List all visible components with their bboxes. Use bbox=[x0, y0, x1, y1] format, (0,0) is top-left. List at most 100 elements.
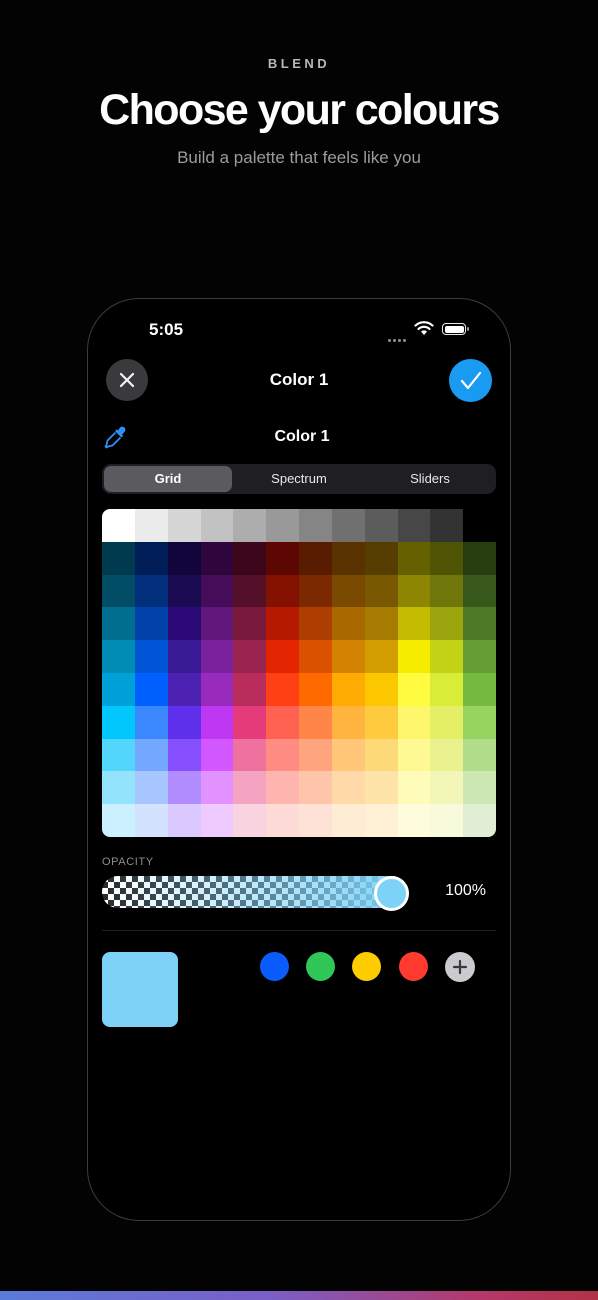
eyedropper-button[interactable] bbox=[103, 424, 129, 450]
grid-color-cell[interactable] bbox=[233, 705, 267, 740]
opacity-slider[interactable] bbox=[102, 876, 408, 908]
grid-color-cell[interactable] bbox=[200, 541, 234, 576]
grid-color-cell[interactable] bbox=[233, 640, 267, 674]
grid-color-cell[interactable] bbox=[134, 574, 169, 608]
grid-color-cell[interactable] bbox=[167, 574, 201, 608]
grid-color-cell[interactable] bbox=[266, 509, 300, 543]
grid-color-cell[interactable] bbox=[430, 673, 464, 707]
grid-color-cell[interactable] bbox=[200, 574, 234, 608]
done-button[interactable] bbox=[449, 359, 492, 402]
grid-color-cell[interactable] bbox=[397, 541, 431, 576]
grid-color-cell[interactable] bbox=[102, 771, 136, 805]
grid-color-cell[interactable] bbox=[463, 738, 496, 772]
grid-color-cell[interactable] bbox=[134, 673, 169, 707]
grid-color-cell[interactable] bbox=[364, 804, 398, 837]
tab-grid[interactable]: Grid bbox=[104, 466, 232, 492]
grid-color-cell[interactable] bbox=[266, 640, 300, 674]
grid-color-cell[interactable] bbox=[397, 738, 431, 772]
grid-color-cell[interactable] bbox=[266, 574, 300, 608]
grid-color-cell[interactable] bbox=[331, 509, 366, 543]
grid-color-cell[interactable] bbox=[266, 705, 300, 740]
grid-color-cell[interactable] bbox=[200, 673, 234, 707]
grid-color-cell[interactable] bbox=[102, 673, 136, 707]
grid-color-cell[interactable] bbox=[299, 640, 333, 674]
grid-color-cell[interactable] bbox=[331, 541, 366, 576]
grid-color-cell[interactable] bbox=[331, 673, 366, 707]
grid-color-cell[interactable] bbox=[463, 771, 496, 805]
grid-color-cell[interactable] bbox=[397, 574, 431, 608]
grid-color-cell[interactable] bbox=[200, 804, 234, 837]
grid-color-cell[interactable] bbox=[134, 705, 169, 740]
grid-color-cell[interactable] bbox=[430, 509, 464, 543]
grid-color-cell[interactable] bbox=[134, 804, 169, 837]
grid-color-cell[interactable] bbox=[331, 705, 366, 740]
grid-color-cell[interactable] bbox=[364, 771, 398, 805]
grid-color-cell[interactable] bbox=[299, 607, 333, 641]
grid-color-cell[interactable] bbox=[299, 509, 333, 543]
grid-color-cell[interactable] bbox=[397, 640, 431, 674]
grid-color-cell[interactable] bbox=[200, 738, 234, 772]
grid-color-cell[interactable] bbox=[299, 673, 333, 707]
grid-color-cell[interactable] bbox=[364, 541, 398, 576]
grid-color-cell[interactable] bbox=[299, 705, 333, 740]
grid-color-cell[interactable] bbox=[463, 804, 496, 837]
grid-color-cell[interactable] bbox=[233, 574, 267, 608]
saved-swatch-blue[interactable] bbox=[260, 952, 289, 981]
grid-color-cell[interactable] bbox=[299, 738, 333, 772]
grid-color-cell[interactable] bbox=[430, 607, 464, 641]
grid-color-cell[interactable] bbox=[299, 541, 333, 576]
grid-color-cell[interactable] bbox=[331, 771, 366, 805]
grid-color-cell[interactable] bbox=[331, 804, 366, 837]
grid-color-cell[interactable] bbox=[364, 738, 398, 772]
grid-color-cell[interactable] bbox=[134, 640, 169, 674]
grid-color-cell[interactable] bbox=[102, 738, 136, 772]
grid-color-cell[interactable] bbox=[397, 804, 431, 837]
grid-color-cell[interactable] bbox=[331, 640, 366, 674]
grid-color-cell[interactable] bbox=[167, 509, 201, 543]
grid-color-cell[interactable] bbox=[167, 640, 201, 674]
grid-color-cell[interactable] bbox=[233, 804, 267, 837]
grid-color-cell[interactable] bbox=[299, 804, 333, 837]
grid-color-cell[interactable] bbox=[102, 640, 136, 674]
grid-color-cell[interactable] bbox=[463, 541, 496, 576]
grid-color-cell[interactable] bbox=[167, 771, 201, 805]
saved-swatch-yellow[interactable] bbox=[352, 952, 381, 981]
grid-color-cell[interactable] bbox=[463, 607, 496, 641]
grid-color-cell[interactable] bbox=[233, 673, 267, 707]
grid-color-cell[interactable] bbox=[266, 771, 300, 805]
grid-color-cell[interactable] bbox=[200, 607, 234, 641]
grid-color-cell[interactable] bbox=[397, 509, 431, 543]
grid-color-cell[interactable] bbox=[266, 541, 300, 576]
grid-color-cell[interactable] bbox=[134, 607, 169, 641]
add-swatch-button[interactable] bbox=[445, 952, 475, 982]
grid-color-cell[interactable] bbox=[364, 640, 398, 674]
grid-color-cell[interactable] bbox=[200, 509, 234, 543]
grid-color-cell[interactable] bbox=[102, 705, 136, 740]
grid-color-cell[interactable] bbox=[430, 640, 464, 674]
grid-color-cell[interactable] bbox=[463, 509, 496, 543]
grid-color-cell[interactable] bbox=[430, 738, 464, 772]
grid-color-cell[interactable] bbox=[430, 541, 464, 576]
saved-swatch-red[interactable] bbox=[399, 952, 428, 981]
grid-color-cell[interactable] bbox=[266, 804, 300, 837]
grid-color-cell[interactable] bbox=[134, 738, 169, 772]
grid-color-cell[interactable] bbox=[167, 804, 201, 837]
grid-color-cell[interactable] bbox=[233, 738, 267, 772]
grid-color-cell[interactable] bbox=[397, 607, 431, 641]
grid-color-cell[interactable] bbox=[167, 541, 201, 576]
grid-color-cell[interactable] bbox=[430, 804, 464, 837]
grid-color-cell[interactable] bbox=[167, 738, 201, 772]
grid-color-cell[interactable] bbox=[102, 509, 136, 543]
grid-color-cell[interactable] bbox=[167, 673, 201, 707]
grid-color-cell[interactable] bbox=[266, 607, 300, 641]
tab-spectrum[interactable]: Spectrum bbox=[235, 466, 363, 492]
grid-color-cell[interactable] bbox=[463, 705, 496, 740]
grid-color-cell[interactable] bbox=[233, 509, 267, 543]
grid-color-cell[interactable] bbox=[134, 509, 169, 543]
grid-color-cell[interactable] bbox=[102, 541, 136, 576]
grid-color-cell[interactable] bbox=[397, 705, 431, 740]
grid-color-cell[interactable] bbox=[463, 640, 496, 674]
grid-color-cell[interactable] bbox=[364, 705, 398, 740]
grid-color-cell[interactable] bbox=[397, 673, 431, 707]
grid-color-cell[interactable] bbox=[364, 673, 398, 707]
